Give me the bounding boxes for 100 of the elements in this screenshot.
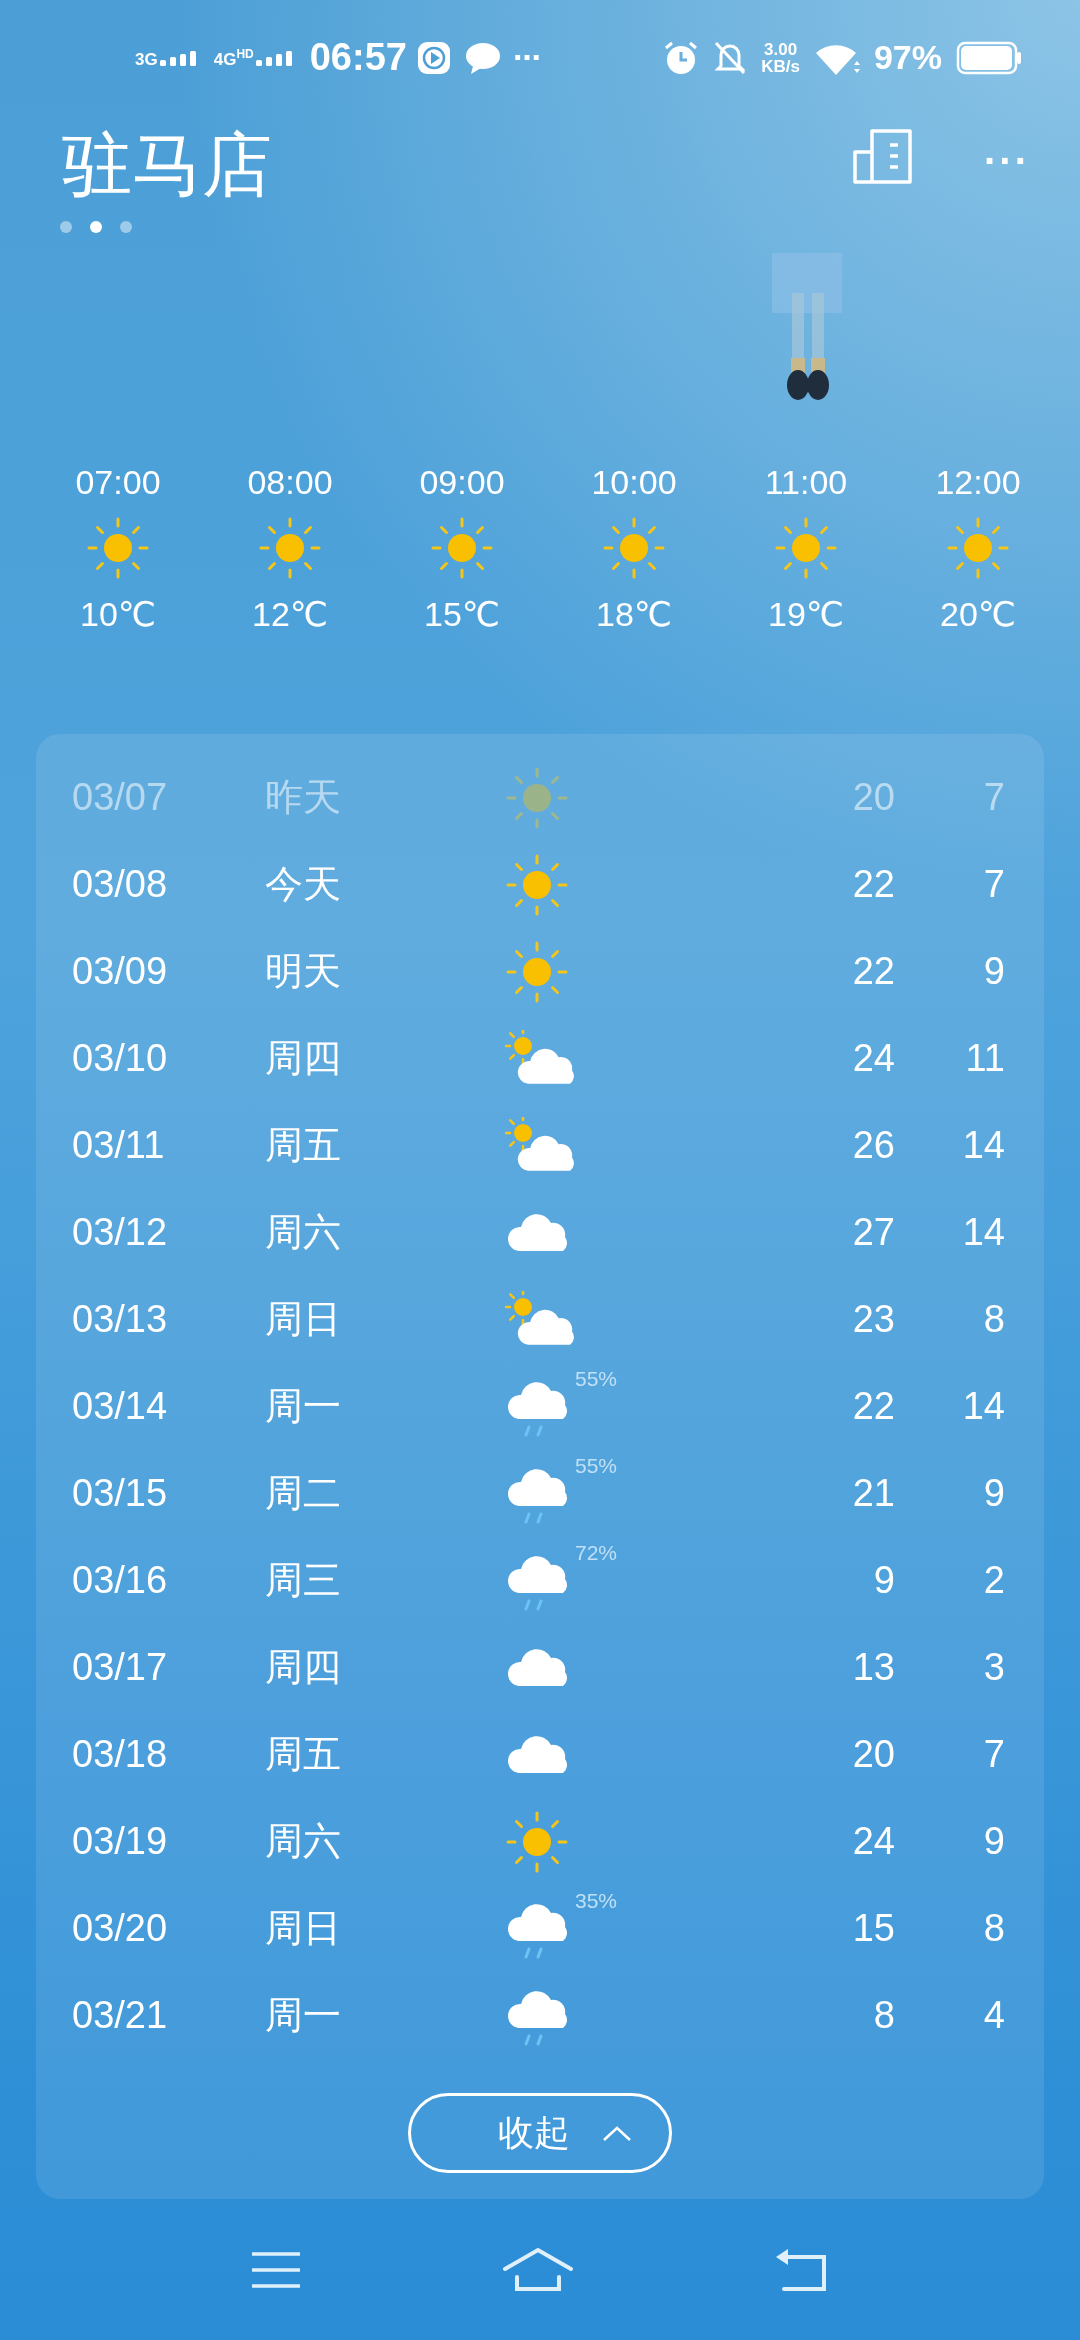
menu-icon[interactable] bbox=[250, 2249, 302, 2290]
forecast-date: 03/10 bbox=[71, 1037, 169, 1080]
high-temperature: 21 bbox=[851, 1472, 895, 1515]
sun-icon bbox=[258, 516, 322, 580]
low-temperature: 8 bbox=[982, 1907, 1005, 1950]
high-temperature: 15 bbox=[851, 1907, 895, 1950]
high-temperature: 13 bbox=[851, 1646, 895, 1689]
network-speed: 3.00 KB/s bbox=[761, 40, 800, 75]
sun-icon bbox=[505, 939, 569, 1004]
forecast-day: 明天 bbox=[265, 946, 505, 997]
battery-percent: 97% bbox=[873, 38, 942, 77]
forecast-day: 周一 bbox=[265, 1381, 505, 1432]
forecast-day: 周五 bbox=[265, 1120, 505, 1171]
low-temperature: 2 bbox=[982, 1559, 1005, 1602]
forecast-date: 03/20 bbox=[71, 1907, 169, 1950]
sun-icon bbox=[602, 516, 666, 580]
forecast-date: 03/18 bbox=[71, 1733, 169, 1776]
network-type: 3G bbox=[135, 50, 158, 68]
forecast-day: 今天 bbox=[265, 859, 505, 910]
high-temperature: 9 bbox=[872, 1559, 895, 1602]
low-temperature: 9 bbox=[982, 1820, 1005, 1863]
forecast-date: 03/15 bbox=[71, 1472, 169, 1515]
collapse-button[interactable]: 收起 bbox=[408, 2093, 672, 2173]
forecast-date: 03/17 bbox=[71, 1646, 169, 1689]
sun-icon bbox=[505, 1809, 569, 1874]
forecast-date: 03/16 bbox=[71, 1559, 169, 1602]
battery-icon bbox=[956, 40, 1022, 75]
chat-bubble-icon bbox=[464, 41, 501, 74]
rain-chance: 72% bbox=[575, 1540, 618, 1565]
forecast-date: 03/08 bbox=[71, 863, 169, 906]
forecast-day: 周四 bbox=[265, 1642, 505, 1693]
sun-icon bbox=[430, 516, 494, 580]
forecast-date: 03/11 bbox=[71, 1124, 166, 1167]
low-temperature: 3 bbox=[982, 1646, 1005, 1689]
forecast-day: 周五 bbox=[265, 1729, 505, 1780]
city-list-button[interactable] bbox=[852, 127, 915, 185]
hour-temperature: 10℃ bbox=[80, 594, 156, 634]
forecast-date: 03/09 bbox=[71, 950, 169, 993]
play-icon bbox=[416, 40, 451, 75]
more-menu-button[interactable]: ··· bbox=[984, 115, 1030, 207]
low-temperature: 9 bbox=[982, 950, 1005, 993]
rain-chance: 55% bbox=[575, 1453, 618, 1478]
sun-icon bbox=[774, 516, 838, 580]
hour-label: 10:00 bbox=[591, 463, 677, 502]
hour-temperature: 19℃ bbox=[768, 594, 844, 634]
forecast-date: 03/19 bbox=[71, 1820, 169, 1863]
high-temperature: 24 bbox=[851, 1037, 895, 1080]
clock: 06:57 bbox=[309, 36, 407, 79]
hour-temperature: 20℃ bbox=[940, 594, 1016, 634]
high-temperature: 23 bbox=[851, 1298, 895, 1341]
low-temperature: 8 bbox=[982, 1298, 1005, 1341]
rain-chance: 55% bbox=[575, 1366, 618, 1391]
network-type: 4G$^{HD}$ bbox=[213, 47, 254, 68]
low-temperature: 9 bbox=[982, 1472, 1005, 1515]
low-temperature: 14 bbox=[961, 1124, 1005, 1167]
forecast-date: 03/07 bbox=[71, 776, 169, 819]
forecast-date: 03/12 bbox=[71, 1211, 169, 1254]
forecast-date: 03/21 bbox=[71, 1994, 169, 2037]
forecast-day: 周六 bbox=[265, 1207, 505, 1258]
forecast-day: 周三 bbox=[265, 1555, 505, 1606]
hour-temperature: 15℃ bbox=[424, 594, 500, 634]
hour-label: 07:00 bbox=[75, 463, 161, 502]
alarm-icon bbox=[663, 39, 700, 76]
low-temperature: 11 bbox=[964, 1037, 1005, 1080]
forecast-day: 周日 bbox=[265, 1903, 505, 1954]
forecast-date: 03/14 bbox=[71, 1385, 169, 1428]
hour-label: 11:00 bbox=[764, 463, 848, 502]
low-temperature: 14 bbox=[961, 1211, 1005, 1254]
city-name: 驻马店 bbox=[62, 125, 272, 206]
home-icon[interactable] bbox=[502, 2246, 574, 2293]
low-temperature: 7 bbox=[982, 863, 1005, 906]
high-temperature: 20 bbox=[851, 776, 895, 819]
rain-chance: 35% bbox=[575, 1888, 618, 1913]
low-temperature: 7 bbox=[982, 776, 1005, 819]
forecast-day: 昨天 bbox=[265, 772, 505, 823]
forecast-day: 周一 bbox=[265, 1990, 505, 2041]
high-temperature: 22 bbox=[851, 1385, 895, 1428]
hour-temperature: 12℃ bbox=[252, 594, 328, 634]
bell-off-icon bbox=[713, 39, 748, 76]
sun-icon bbox=[505, 765, 569, 830]
forecast-day: 周六 bbox=[265, 1816, 505, 1867]
hour-label: 08:00 bbox=[247, 463, 333, 502]
hour-temperature: 18℃ bbox=[596, 594, 672, 634]
high-temperature: 20 bbox=[851, 1733, 895, 1776]
sun-icon bbox=[505, 852, 569, 917]
forecast-day: 周二 bbox=[265, 1468, 505, 1519]
low-temperature: 4 bbox=[982, 1994, 1005, 2037]
sun-icon bbox=[86, 516, 150, 580]
high-temperature: 24 bbox=[851, 1820, 895, 1863]
low-temperature: 7 bbox=[982, 1733, 1005, 1776]
forecast-day: 周日 bbox=[265, 1294, 505, 1345]
sun-icon bbox=[946, 516, 1010, 580]
hour-label: 12:00 bbox=[935, 463, 1021, 502]
low-temperature: 14 bbox=[961, 1385, 1005, 1428]
high-temperature: 26 bbox=[851, 1124, 895, 1167]
chevron-up-icon bbox=[602, 2124, 632, 2142]
forecast-day: 周四 bbox=[265, 1033, 505, 1084]
forecast-date: 03/13 bbox=[71, 1298, 169, 1341]
high-temperature: 22 bbox=[851, 950, 895, 993]
high-temperature: 8 bbox=[872, 1994, 895, 2037]
